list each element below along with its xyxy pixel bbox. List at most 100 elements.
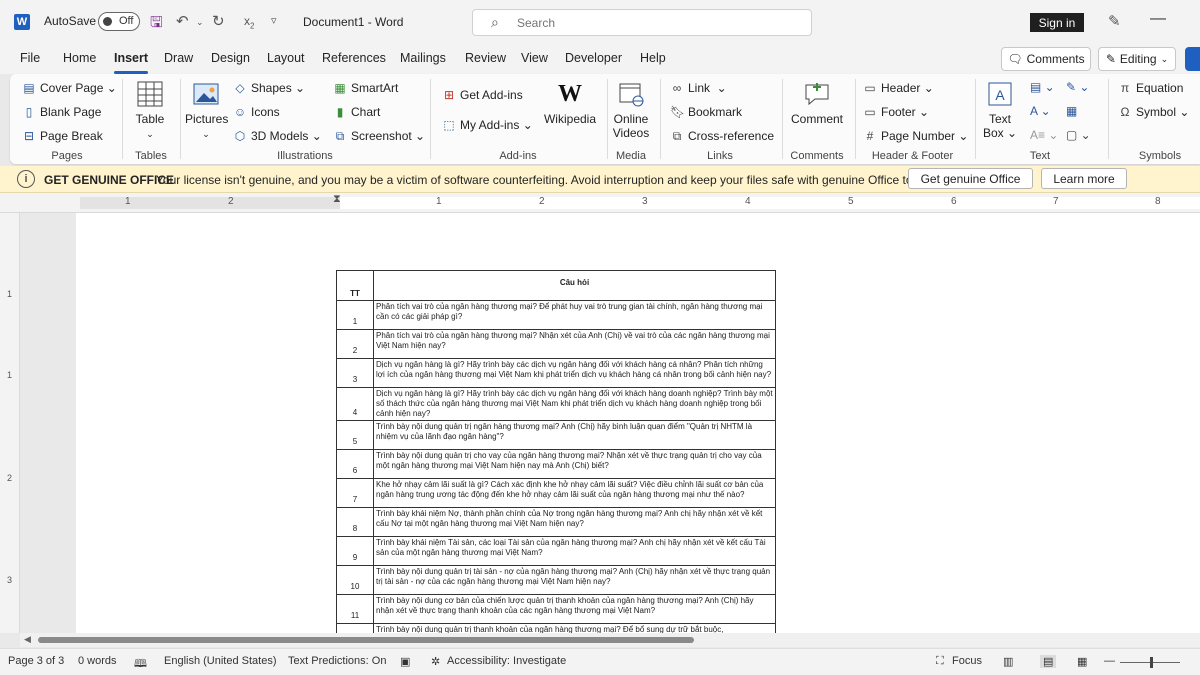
smartart-button[interactable]: ▦ SmartArt	[333, 81, 398, 95]
ruler-tick-label: 4	[745, 196, 751, 207]
comment-button[interactable]: Comment	[787, 80, 847, 126]
table-row: 3 Dịch vụ ngân hàng là gì? Hãy trình bày …	[336, 358, 776, 388]
search-input[interactable]	[517, 14, 797, 32]
group-label-links: Links	[707, 150, 733, 162]
accessibility-status[interactable]: Accessibility: Investigate	[447, 655, 566, 667]
save-icon[interactable]: 🖫	[150, 12, 163, 37]
undo-icon[interactable]: ↶	[176, 12, 189, 30]
cross-reference-button[interactable]: ⧉ Cross-reference	[670, 129, 774, 144]
footer-button[interactable]: ▭ Footer ⌄	[863, 105, 929, 119]
horizontal-scrollbar[interactable]: ◀	[20, 633, 1200, 647]
date-time-icon[interactable]: ▦	[1066, 104, 1077, 118]
get-genuine-office-button[interactable]: Get genuine Office	[908, 168, 1033, 189]
tab-design[interactable]: Design	[211, 51, 250, 65]
tab-references[interactable]: References	[322, 51, 386, 65]
drop-cap-icon[interactable]: A≡ ⌄	[1030, 128, 1058, 142]
page-break-button[interactable]: ⊟ Page Break	[22, 129, 103, 143]
word-count[interactable]: 0 words	[78, 655, 117, 667]
ruler-tick-label: 1	[125, 196, 131, 207]
online-videos-label-line2: Videos	[612, 126, 650, 140]
header-button[interactable]: ▭ Header ⌄	[863, 81, 933, 95]
search-box[interactable]: ⌕	[472, 9, 812, 36]
redo-icon[interactable]: ↻	[212, 12, 225, 30]
page-number-button[interactable]: # Page Number ⌄	[863, 129, 969, 143]
tab-insert[interactable]: Insert	[114, 51, 149, 74]
tab-help[interactable]: Help	[640, 51, 666, 65]
wikipedia-button[interactable]: W Wikipedia	[542, 80, 598, 126]
get-addins-button[interactable]: ⊞ Get Add-ins	[442, 88, 523, 102]
text-box-button[interactable]: A Text Box ⌄	[982, 80, 1018, 140]
blank-page-button[interactable]: ▯ Blank Page	[22, 105, 102, 119]
icons-button[interactable]: ☺ Icons	[233, 105, 280, 119]
pictures-button[interactable]: Pictures ⌄	[185, 80, 228, 141]
wikipedia-icon: W	[558, 81, 582, 107]
quick-parts-icon[interactable]: ▤ ⌄	[1030, 80, 1055, 94]
tab-home[interactable]: Home	[63, 51, 96, 65]
tab-mailings[interactable]: Mailings	[400, 51, 446, 65]
bookmark-button[interactable]: 🔖︎ Bookmark	[670, 105, 742, 119]
subscript-icon[interactable]: x2	[244, 14, 254, 30]
vruler-tick-label: 1	[7, 370, 13, 380]
undo-dropdown-chevron-icon[interactable]: ⌄	[196, 17, 204, 28]
my-addins-button[interactable]: ⬚ My Add-ins ⌄	[442, 118, 532, 132]
omega-icon: Ω	[1120, 105, 1130, 119]
scroll-left-icon[interactable]: ◀	[24, 634, 31, 645]
focus-button[interactable]: Focus	[952, 655, 982, 667]
document-page[interactable]: TT Câu hỏi 1 Phân tích vai trò của ngân h…	[76, 213, 1200, 633]
vertical-ruler[interactable]: 1 1 2 3	[0, 213, 20, 633]
signature-line-icon[interactable]: ✎ ⌄	[1066, 80, 1089, 94]
web-layout-icon[interactable]: ▦	[1077, 655, 1087, 668]
chart-button[interactable]: ▮ Chart	[333, 105, 381, 119]
table-button[interactable]: Table ⌄	[130, 80, 170, 141]
comments-button[interactable]: 🗨 Comments	[1001, 47, 1091, 71]
equation-button[interactable]: π Equation	[1118, 81, 1184, 95]
link-button[interactable]: ∞ Link ⌄	[670, 81, 727, 95]
shapes-button[interactable]: ◇ Shapes ⌄	[233, 81, 305, 95]
horizontal-ruler[interactable]: 1 2 1 2 3 4 5 6 7 8 ⧗	[0, 193, 1200, 213]
text-predictions-status[interactable]: Text Predictions: On	[288, 655, 386, 667]
footer-icon: ▭	[864, 105, 876, 119]
online-videos-button[interactable]: Online Videos	[610, 80, 652, 140]
row-number	[336, 623, 374, 633]
macro-icon[interactable]: ▣	[400, 655, 410, 668]
minimize-icon[interactable]: —	[1150, 10, 1166, 28]
zoom-slider-thumb[interactable]	[1150, 657, 1153, 668]
read-mode-icon[interactable]: ▥	[1003, 655, 1013, 668]
tab-draw[interactable]: Draw	[164, 51, 193, 65]
wikipedia-label: Wikipedia	[543, 112, 597, 126]
row-number: 6	[336, 449, 374, 479]
editing-button[interactable]: ✎ Editing ⌄	[1098, 47, 1176, 71]
symbol-button[interactable]: Ω Symbol ⌄	[1118, 105, 1190, 119]
scrollbar-thumb[interactable]	[38, 637, 694, 643]
tab-review[interactable]: Review	[465, 51, 506, 65]
pen-icon[interactable]: ✎	[1108, 12, 1121, 30]
autosave-toggle[interactable]: Off	[98, 12, 140, 31]
3d-models-button[interactable]: ⬡ 3D Models ⌄	[233, 129, 322, 143]
screenshot-button[interactable]: ⧉ Screenshot ⌄	[333, 129, 425, 144]
ribbon-separator	[660, 79, 661, 159]
addins-icon: ⬚	[443, 118, 455, 132]
customize-toolbar-icon[interactable]: ▿	[271, 14, 277, 27]
proofing-icon[interactable]: 🕮	[134, 655, 147, 674]
tab-layout[interactable]: Layout	[267, 51, 305, 65]
tab-file[interactable]: File	[20, 51, 40, 65]
tab-developer[interactable]: Developer	[565, 51, 622, 65]
print-layout-icon[interactable]: ▤	[1040, 655, 1057, 668]
pencil-icon: ✎	[1105, 52, 1116, 66]
object-icon[interactable]: ▢ ⌄	[1066, 128, 1091, 142]
row-question: Phân tích vai trò của ngân hàng thương m…	[373, 329, 776, 359]
3d-models-label: 3D Models	[251, 129, 309, 143]
page-count[interactable]: Page 3 of 3	[8, 655, 64, 667]
share-button[interactable]	[1185, 47, 1200, 71]
cover-page-button[interactable]: ▤ Cover Page ⌄	[22, 81, 116, 95]
language-status[interactable]: English (United States)	[164, 655, 277, 667]
sign-in-button[interactable]: Sign in	[1030, 13, 1084, 32]
wordart-icon[interactable]: A ⌄	[1030, 104, 1051, 118]
shapes-icon: ◇	[235, 81, 245, 95]
learn-more-button[interactable]: Learn more	[1041, 168, 1127, 189]
table-row: 4 Dịch vụ ngân hàng là gì? Hãy trình bày …	[336, 387, 776, 421]
indent-marker-icon[interactable]: ⧗	[333, 193, 341, 206]
zoom-out-icon[interactable]: —	[1104, 655, 1115, 667]
tab-view[interactable]: View	[521, 51, 548, 65]
row-number: 1	[336, 300, 374, 330]
